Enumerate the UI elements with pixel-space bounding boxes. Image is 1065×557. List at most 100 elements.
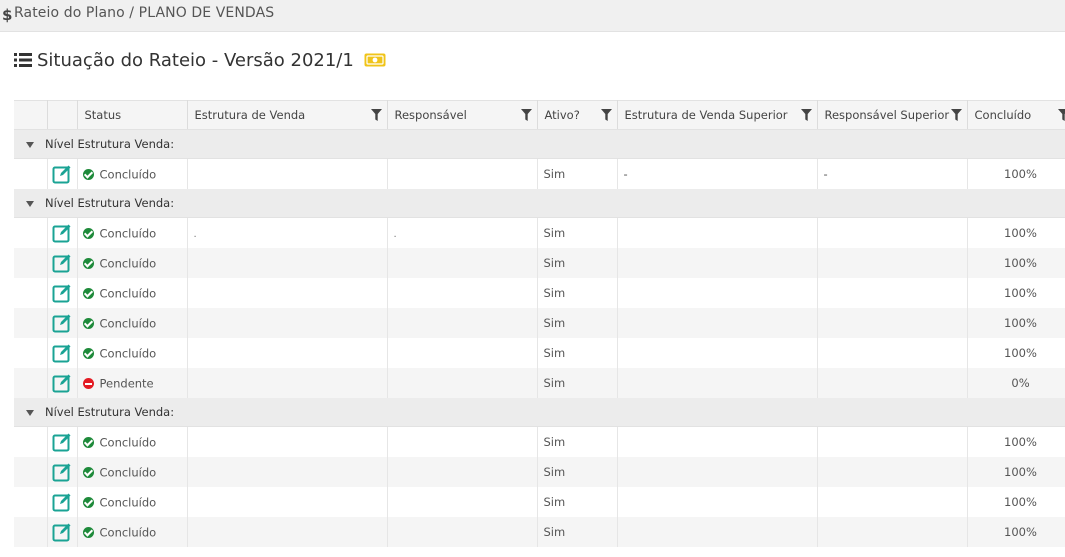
concluido-cell: 100% xyxy=(967,517,1065,547)
edit-icon xyxy=(52,433,71,452)
header-status[interactable]: Status xyxy=(77,100,188,130)
estrutura-cell xyxy=(187,308,388,338)
edit-button[interactable] xyxy=(47,517,78,547)
table-row[interactable]: Concluído Sim 100% xyxy=(14,426,1065,457)
ativo-cell: Sim xyxy=(537,278,618,308)
check-circle-icon xyxy=(82,227,94,239)
header-responsavel[interactable]: Responsável xyxy=(387,100,538,130)
status-text: Concluído xyxy=(99,167,157,182)
group-row: Nível Estrutura Venda: xyxy=(14,189,1065,218)
table-row[interactable]: Concluído Sim 100% xyxy=(14,248,1065,278)
table-row[interactable]: Concluído Sim 100% xyxy=(14,457,1065,487)
edit-icon xyxy=(52,165,71,184)
check-circle-icon xyxy=(82,287,94,299)
status-cell: Concluído xyxy=(77,457,188,487)
table-row[interactable]: Concluído Sim 100% xyxy=(14,487,1065,517)
filter-icon[interactable] xyxy=(370,109,382,121)
estrutura-superior-cell xyxy=(617,517,818,547)
header-estrutura-venda[interactable]: Estrutura de Venda xyxy=(187,100,388,130)
status-cell: Concluído xyxy=(77,338,188,368)
responsavel-superior-cell xyxy=(817,368,968,398)
status-cell: Concluído xyxy=(77,158,188,189)
status-cell: Concluído xyxy=(77,487,188,517)
edit-button[interactable] xyxy=(47,338,78,368)
check-circle-icon xyxy=(82,168,94,180)
header-ativo[interactable]: Ativo? xyxy=(537,100,618,130)
pending-status-icon xyxy=(82,377,94,389)
responsavel-cell xyxy=(387,308,538,338)
estrutura-cell xyxy=(187,248,388,278)
estrutura-superior-cell xyxy=(617,487,818,517)
edit-button[interactable] xyxy=(47,487,78,517)
table-row[interactable]: Concluído Sim 100% xyxy=(14,338,1065,368)
responsavel-cell xyxy=(387,457,538,487)
responsavel-superior-cell xyxy=(817,517,968,547)
edit-icon xyxy=(52,284,71,303)
group-label: Nível Estrutura Venda: xyxy=(45,405,175,419)
responsavel-superior-cell xyxy=(817,278,968,308)
responsavel-superior-cell xyxy=(817,248,968,278)
edit-button[interactable] xyxy=(47,426,78,457)
edit-button[interactable] xyxy=(47,457,78,487)
table-header-row: Status Estrutura de Venda Responsável At… xyxy=(14,100,1065,130)
edit-button[interactable] xyxy=(47,248,78,278)
table-row[interactable]: Concluído Sim 100% xyxy=(14,517,1065,547)
estrutura-superior-cell xyxy=(617,426,818,457)
ativo-cell: Sim xyxy=(537,308,618,338)
responsavel-cell xyxy=(387,426,538,457)
filter-icon[interactable] xyxy=(520,109,532,121)
status-text: Concluído xyxy=(99,465,157,480)
group-label: Nível Estrutura Venda: xyxy=(45,137,175,151)
header-concluido[interactable]: Concluído xyxy=(967,100,1065,130)
header-responsavel-superior[interactable]: Responsável Superior xyxy=(817,100,968,130)
edit-icon xyxy=(52,314,71,333)
row-spacer xyxy=(14,248,48,278)
collapse-caret-icon[interactable] xyxy=(26,409,34,416)
ativo-cell: Sim xyxy=(537,338,618,368)
row-spacer xyxy=(14,308,48,338)
status-text: Concluído xyxy=(99,495,157,510)
collapse-caret-icon[interactable] xyxy=(26,200,34,207)
responsavel-cell xyxy=(387,338,538,368)
list-icon xyxy=(14,53,32,67)
responsavel-cell xyxy=(387,487,538,517)
status-text: Concluído xyxy=(99,525,157,540)
concluido-cell: 100% xyxy=(967,278,1065,308)
status-cell: Concluído xyxy=(77,426,188,457)
filter-icon[interactable] xyxy=(950,109,962,121)
table-row[interactable]: Concluído Sim 100% xyxy=(14,308,1065,338)
edit-button[interactable] xyxy=(47,368,78,398)
edit-icon xyxy=(52,523,71,542)
concluido-cell: 100% xyxy=(967,487,1065,517)
table-row[interactable]: Concluído.. Sim 100% xyxy=(14,217,1065,248)
group-label-cell: Nível Estrutura Venda: xyxy=(14,189,1065,218)
responsavel-superior-cell xyxy=(817,338,968,368)
filter-icon[interactable] xyxy=(800,109,812,121)
estrutura-cell xyxy=(187,338,388,368)
group-label-cell: Nível Estrutura Venda: xyxy=(14,398,1065,427)
rateio-table: Status Estrutura de Venda Responsável At… xyxy=(14,100,1065,547)
group-row: Nível Estrutura Venda: xyxy=(14,398,1065,427)
collapse-caret-icon[interactable] xyxy=(26,141,34,148)
ativo-cell: Sim xyxy=(537,248,618,278)
header-estrutura-superior[interactable]: Estrutura de Venda Superior xyxy=(617,100,818,130)
row-spacer xyxy=(14,426,48,457)
breadcrumb: Rateio do Plano / PLANO DE VENDAS xyxy=(14,5,275,21)
edit-button[interactable] xyxy=(47,158,78,189)
filter-icon[interactable] xyxy=(600,109,612,121)
edit-button[interactable] xyxy=(47,308,78,338)
edit-icon xyxy=(52,224,71,243)
edit-button[interactable] xyxy=(47,278,78,308)
header-edit xyxy=(47,100,78,130)
filter-icon[interactable] xyxy=(1057,109,1065,121)
money-icon xyxy=(364,53,386,67)
table-row[interactable]: Concluído Sim 100% xyxy=(14,278,1065,308)
group-label: Nível Estrutura Venda: xyxy=(45,196,175,210)
estrutura-cell: . xyxy=(187,217,388,248)
table-row[interactable]: Pendente Sim 0% xyxy=(14,368,1065,398)
status-cell: Concluído xyxy=(77,248,188,278)
status-text: Concluído xyxy=(99,256,157,271)
estrutura-superior-cell xyxy=(617,278,818,308)
edit-button[interactable] xyxy=(47,217,78,248)
table-row[interactable]: Concluído Sim - -100% xyxy=(14,158,1065,189)
